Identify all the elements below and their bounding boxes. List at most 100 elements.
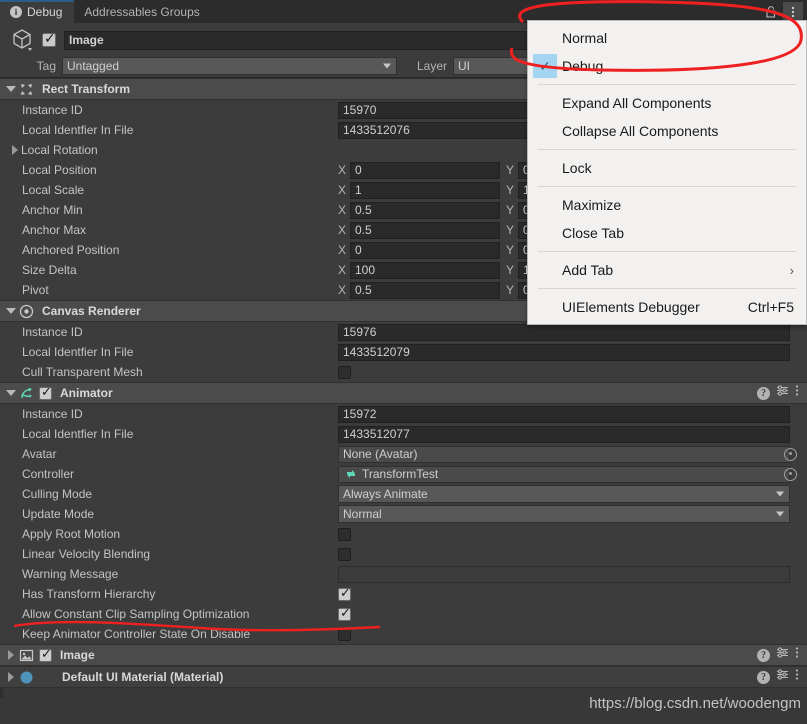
property-label: Cull Transparent Mesh bbox=[22, 365, 143, 379]
property-checkbox[interactable] bbox=[338, 627, 351, 641]
property-label: Local Identfier In File bbox=[22, 345, 134, 359]
tag-value: Untagged bbox=[67, 58, 120, 73]
menu-item-label: Expand All Components bbox=[562, 95, 712, 111]
foldout-expanded-icon[interactable] bbox=[4, 304, 18, 318]
component-body: Instance ID 15976 Local Identfier In File 1… bbox=[0, 322, 807, 382]
foldout-collapsed-icon[interactable] bbox=[4, 670, 18, 684]
property-dropdown[interactable]: Normal bbox=[338, 505, 790, 523]
axis-x-label: X bbox=[338, 203, 347, 217]
component-title: Image bbox=[60, 648, 95, 662]
property-row: Update Mode Normal bbox=[0, 504, 807, 524]
menu-item-collapse-all-components[interactable]: Collapse All Components bbox=[528, 117, 806, 145]
property-checkbox[interactable] bbox=[338, 586, 351, 601]
property-label: Local Scale bbox=[22, 183, 85, 197]
axis-y-label: Y bbox=[506, 163, 515, 177]
kebab-menu-icon[interactable] bbox=[795, 646, 799, 664]
preset-icon[interactable] bbox=[776, 668, 789, 686]
menu-item-maximize[interactable]: Maximize bbox=[528, 191, 806, 219]
axis-x-label: X bbox=[338, 163, 347, 177]
axis-y-label: Y bbox=[506, 203, 515, 217]
property-value-x[interactable]: 0 bbox=[350, 241, 500, 259]
menu-separator bbox=[538, 186, 796, 187]
menu-item-uielements-debugger[interactable]: UIElements Debugger Ctrl+F5 bbox=[528, 293, 806, 321]
property-checkbox[interactable] bbox=[338, 527, 351, 541]
property-row: Local Identfier In File 1433512079 bbox=[0, 342, 807, 362]
property-label: Instance ID bbox=[22, 325, 83, 339]
property-label: Pivot bbox=[22, 283, 49, 297]
property-value-x[interactable]: 0.5 bbox=[350, 281, 500, 299]
component-header-actions: ? bbox=[757, 646, 807, 664]
axis-x-label: X bbox=[338, 263, 347, 277]
property-row: Instance ID 15976 bbox=[0, 322, 807, 342]
component-header-actions: ? bbox=[757, 384, 807, 402]
property-value-x[interactable]: 0.5 bbox=[350, 221, 500, 239]
tab-debug[interactable]: i Debug bbox=[0, 0, 75, 23]
tag-dropdown[interactable]: Untagged bbox=[62, 56, 397, 75]
property-value-x[interactable]: 1 bbox=[350, 181, 500, 199]
property-label: Size Delta bbox=[22, 263, 77, 277]
property-row: Local Identfier In File 1433512077 bbox=[0, 424, 807, 444]
component-enabled-checkbox[interactable] bbox=[39, 385, 52, 400]
foldout-collapsed-icon[interactable] bbox=[4, 648, 18, 662]
component-header-animator[interactable]: Animator? bbox=[0, 382, 807, 404]
kebab-menu-icon[interactable] bbox=[783, 1, 803, 22]
menu-item-expand-all-components[interactable]: Expand All Components bbox=[528, 89, 806, 117]
kebab-menu-icon[interactable] bbox=[795, 668, 799, 686]
property-value-x[interactable]: 100 bbox=[350, 261, 500, 279]
property-row: Instance ID 15972 bbox=[0, 404, 807, 424]
object-reference-field[interactable]: TransformTest bbox=[338, 465, 790, 483]
help-icon[interactable]: ? bbox=[757, 670, 770, 684]
component-header-image[interactable]: Image? bbox=[0, 644, 807, 666]
property-label: Anchor Max bbox=[22, 223, 87, 237]
menu-item-close-tab[interactable]: Close Tab bbox=[528, 219, 806, 247]
axis-y-label: Y bbox=[506, 243, 515, 257]
property-row: Has Transform Hierarchy bbox=[0, 584, 807, 604]
component-body: Instance ID 15972 Local Identfier In File 1… bbox=[0, 404, 807, 644]
property-value-x[interactable]: 0 bbox=[350, 161, 500, 179]
property-label-group: Local Rotation bbox=[8, 143, 338, 157]
menu-item-normal[interactable]: Normal bbox=[528, 24, 806, 52]
object-reference-field[interactable]: None (Avatar) bbox=[338, 445, 790, 463]
object-enabled-checkbox[interactable] bbox=[42, 31, 56, 47]
property-value-field[interactable]: 15976 bbox=[338, 323, 790, 341]
axis-x-label: X bbox=[338, 243, 347, 257]
inspector-context-menu[interactable]: Normal ✓ Debug Expand All Components Collaps… bbox=[527, 20, 807, 325]
property-label: Has Transform Hierarchy bbox=[22, 587, 156, 601]
menu-item-shortcut: Ctrl+F5 bbox=[747, 299, 794, 315]
property-dropdown[interactable]: Always Animate bbox=[338, 485, 790, 503]
axis-x-label: X bbox=[338, 283, 347, 297]
foldout-collapsed-icon[interactable] bbox=[12, 145, 18, 155]
property-value-x[interactable]: 0.5 bbox=[350, 201, 500, 219]
preset-icon[interactable] bbox=[776, 646, 789, 664]
help-icon[interactable]: ? bbox=[757, 648, 770, 662]
foldout-expanded-icon[interactable] bbox=[4, 82, 18, 96]
kebab-menu-icon[interactable] bbox=[795, 384, 799, 402]
tab-addressables-groups[interactable]: Addressables Groups bbox=[74, 0, 211, 23]
menu-item-label: Add Tab bbox=[562, 262, 614, 278]
property-label: Local Identfier In File bbox=[22, 123, 134, 137]
controller-icon bbox=[343, 467, 359, 482]
property-value-field[interactable]: 1433512077 bbox=[338, 425, 790, 443]
component-enabled-checkbox[interactable] bbox=[39, 647, 52, 662]
property-checkbox[interactable] bbox=[338, 547, 351, 561]
property-value-field[interactable]: 1433512079 bbox=[338, 343, 790, 361]
menu-item-debug[interactable]: ✓ Debug bbox=[528, 52, 806, 80]
preset-icon[interactable] bbox=[776, 384, 789, 402]
property-checkbox[interactable] bbox=[338, 606, 351, 621]
component-header-default-ui-material-material[interactable]: Default UI Material (Material)? bbox=[0, 666, 807, 688]
layer-label: Layer bbox=[416, 58, 447, 73]
property-value-field[interactable]: 15972 bbox=[338, 405, 790, 423]
object-picker-icon[interactable] bbox=[784, 447, 797, 461]
property-value-field[interactable] bbox=[338, 565, 790, 583]
lock-icon[interactable] bbox=[761, 2, 781, 22]
help-icon[interactable]: ? bbox=[757, 386, 770, 400]
object-picker-icon[interactable] bbox=[784, 467, 797, 481]
property-checkbox[interactable] bbox=[338, 365, 351, 379]
prefab-cube-icon[interactable] bbox=[10, 27, 42, 53]
object-reference-value: None (Avatar) bbox=[343, 446, 418, 461]
menu-item-lock[interactable]: Lock bbox=[528, 154, 806, 182]
property-dropdown-value: Normal bbox=[343, 507, 382, 521]
foldout-expanded-icon[interactable] bbox=[4, 386, 18, 400]
property-row: Avatar None (Avatar) bbox=[0, 444, 807, 464]
menu-item-add-tab[interactable]: Add Tab › bbox=[528, 256, 806, 284]
